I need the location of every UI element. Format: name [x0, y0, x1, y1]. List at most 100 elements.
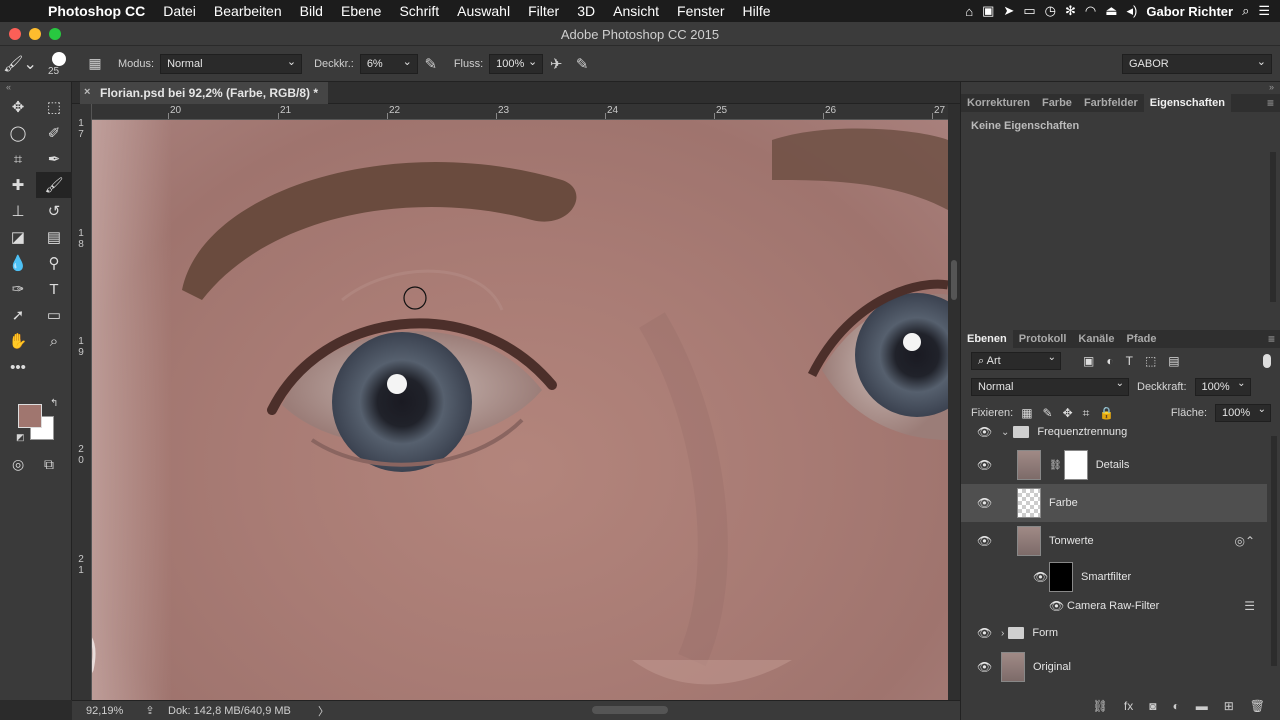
menu-datei[interactable]: Datei [154, 3, 205, 19]
menu-hilfe[interactable]: Hilfe [734, 3, 780, 19]
spotlight-icon[interactable]: ⌕ [1242, 3, 1249, 19]
tab-pfade[interactable]: Pfade [1120, 330, 1162, 348]
screen-mode-icon[interactable]: ⧉ [44, 456, 54, 473]
menu-bild[interactable]: Bild [291, 3, 332, 19]
tab-ebenen[interactable]: Ebenen [961, 330, 1013, 348]
group-expand-icon[interactable]: ⌄ [1001, 427, 1009, 438]
pressure-opacity-icon[interactable]: ✎ [418, 55, 444, 73]
tab-farbfelder[interactable]: Farbfelder [1078, 94, 1144, 112]
history-brush-tool-icon[interactable]: ↺ [36, 198, 72, 224]
user-name[interactable]: Gabor Richter [1146, 4, 1233, 19]
visibility-eye-icon[interactable]: 👁 [977, 660, 992, 674]
home-icon[interactable]: ⌂ [965, 4, 973, 19]
healing-brush-tool-icon[interactable]: ✚ [0, 172, 36, 198]
stamp-tool-icon[interactable]: ⊥ [0, 198, 36, 224]
hand-tool-icon[interactable]: ✋ [0, 328, 36, 354]
time-machine-icon[interactable]: ◷ [1045, 3, 1056, 19]
brush-tool-icon[interactable]: 🖌 [36, 172, 72, 198]
visibility-eye-icon[interactable]: 👁 [977, 425, 992, 439]
share-icon[interactable]: ⇪ [132, 704, 168, 717]
menu-3d[interactable]: 3D [568, 3, 604, 19]
tab-eigenschaften[interactable]: Eigenschaften [1143, 94, 1231, 112]
visibility-eye-icon[interactable]: 👁 [977, 534, 992, 548]
dodge-tool-icon[interactable]: ⚲ [36, 250, 72, 276]
notification-center-icon[interactable]: ☰ [1258, 3, 1270, 19]
filter-pixel-icon[interactable]: ▣ [1083, 354, 1094, 368]
visibility-eye-icon[interactable]: 👁 [1033, 570, 1048, 584]
new-group-icon[interactable]: ▬ [1196, 699, 1208, 713]
menu-fenster[interactable]: Fenster [668, 3, 733, 19]
blend-mode-select[interactable]: Normal [971, 378, 1129, 396]
tab-kanaele[interactable]: Kanäle [1072, 330, 1120, 348]
pressure-size-icon[interactable]: ✎ [569, 55, 595, 73]
new-layer-icon[interactable]: ⊞ [1224, 699, 1234, 713]
workspace-select[interactable]: GABOR [1122, 53, 1272, 74]
canvas-horizontal-scroll-thumb[interactable] [592, 706, 668, 714]
mask-link-icon[interactable]: ⛓ [1049, 460, 1062, 471]
layer-details[interactable]: 👁 ⛓ Details [961, 446, 1267, 484]
flow-field[interactable]: 100% [489, 53, 544, 74]
eyedropper-tool-icon[interactable]: ✒ [36, 146, 72, 172]
layer-mask-thumbnail[interactable] [1063, 450, 1088, 480]
document-tab[interactable]: × Florian.psd bei 92,2% (Farbe, RGB/8) * [80, 82, 329, 104]
eraser-tool-icon[interactable]: ◪ [0, 224, 36, 250]
layers-scrollbar[interactable] [1271, 436, 1277, 666]
filter-options-icon[interactable]: ☰ [1244, 599, 1255, 613]
crop-tool-icon[interactable]: ⌗ [0, 146, 36, 172]
status-menu-arrow[interactable]: 〉 [318, 703, 348, 719]
brush-panel-icon[interactable]: ▦ [80, 55, 110, 72]
add-mask-icon[interactable]: ◙ [1149, 699, 1156, 713]
type-tool-icon[interactable]: T [36, 276, 72, 302]
more-tools-icon[interactable]: ••• [0, 354, 36, 380]
menu-schrift[interactable]: Schrift [390, 3, 448, 19]
brush-preset-picker[interactable]: 🖌⌄ [0, 46, 40, 82]
quick-mask-icon[interactable]: ◎ [12, 456, 24, 473]
volume-icon[interactable]: ◂) [1127, 3, 1138, 19]
default-colors-icon[interactable]: ◩ [16, 432, 25, 443]
zoom-level[interactable]: 92,19% [72, 705, 132, 717]
display-icon[interactable]: ▣ [982, 3, 994, 19]
lasso-tool-icon[interactable]: ◯ [0, 120, 36, 146]
blur-tool-icon[interactable]: 💧 [0, 250, 36, 276]
menu-auswahl[interactable]: Auswahl [448, 3, 519, 19]
swap-colors-icon[interactable]: ↰ [50, 398, 58, 409]
zoom-tool-icon[interactable]: ⌕ [36, 328, 72, 354]
layer-smartfilter[interactable]: 👁 Smartfilter [961, 560, 1267, 594]
visibility-eye-icon[interactable]: 👁 [1049, 599, 1064, 613]
wifi-icon[interactable]: ◠ [1085, 3, 1096, 19]
airbrush-icon[interactable]: ✈ [543, 55, 569, 73]
layer-style-fx-icon[interactable]: fx [1124, 699, 1133, 713]
marquee-tool-icon[interactable]: ⬚ [36, 94, 72, 120]
menu-photoshop[interactable]: Photoshop CC [44, 3, 154, 19]
tab-protokoll[interactable]: Protokoll [1013, 330, 1073, 348]
close-document-icon[interactable]: × [84, 86, 90, 98]
visibility-eye-icon[interactable]: 👁 [977, 458, 992, 472]
delete-layer-icon[interactable]: 🗑 [1250, 699, 1265, 713]
opacity-field[interactable]: 6% [359, 53, 418, 74]
brush-size-picker[interactable]: 25 [40, 46, 80, 82]
filter-toggle-switch[interactable] [1263, 354, 1271, 368]
layers-menu-icon[interactable]: ≡ [1268, 332, 1275, 346]
foreground-color[interactable] [18, 404, 42, 428]
adjustment-layer-icon[interactable]: ◐ [1172, 699, 1179, 713]
link-layers-icon[interactable]: ⛓ [1093, 699, 1108, 713]
filter-smartobject-icon[interactable]: ▤ [1168, 354, 1179, 368]
smart-filter-mask-thumbnail[interactable] [1049, 562, 1073, 592]
rectangle-tool-icon[interactable]: ▭ [36, 302, 72, 328]
battery-icon[interactable]: ▭ [1023, 3, 1035, 19]
layer-tonwerte[interactable]: 👁 Tonwerte ◎⌃ [961, 522, 1267, 560]
layer-filter-select[interactable]: ⌕ Art [971, 352, 1061, 370]
filter-type-icon[interactable]: T [1126, 354, 1133, 368]
menu-ebene[interactable]: Ebene [332, 3, 390, 19]
layer-camera-raw-filter[interactable]: 👁 Camera Raw-Filter ☰ [961, 594, 1267, 618]
visibility-eye-icon[interactable]: 👁 [977, 626, 992, 640]
move-tool-icon[interactable]: ✥ [0, 94, 36, 120]
visibility-eye-icon[interactable]: 👁 [977, 496, 992, 510]
quick-selection-tool-icon[interactable]: ✐ [36, 120, 72, 146]
airplay-icon[interactable]: ➤ [1003, 3, 1014, 19]
filter-shape-icon[interactable]: ⬚ [1145, 354, 1156, 368]
canvas-vertical-scroll-thumb[interactable] [951, 260, 957, 300]
menu-ansicht[interactable]: Ansicht [604, 3, 668, 19]
panel-menu-icon[interactable]: ≡ [1267, 96, 1274, 110]
filter-adjustment-icon[interactable]: ◐ [1106, 354, 1113, 368]
